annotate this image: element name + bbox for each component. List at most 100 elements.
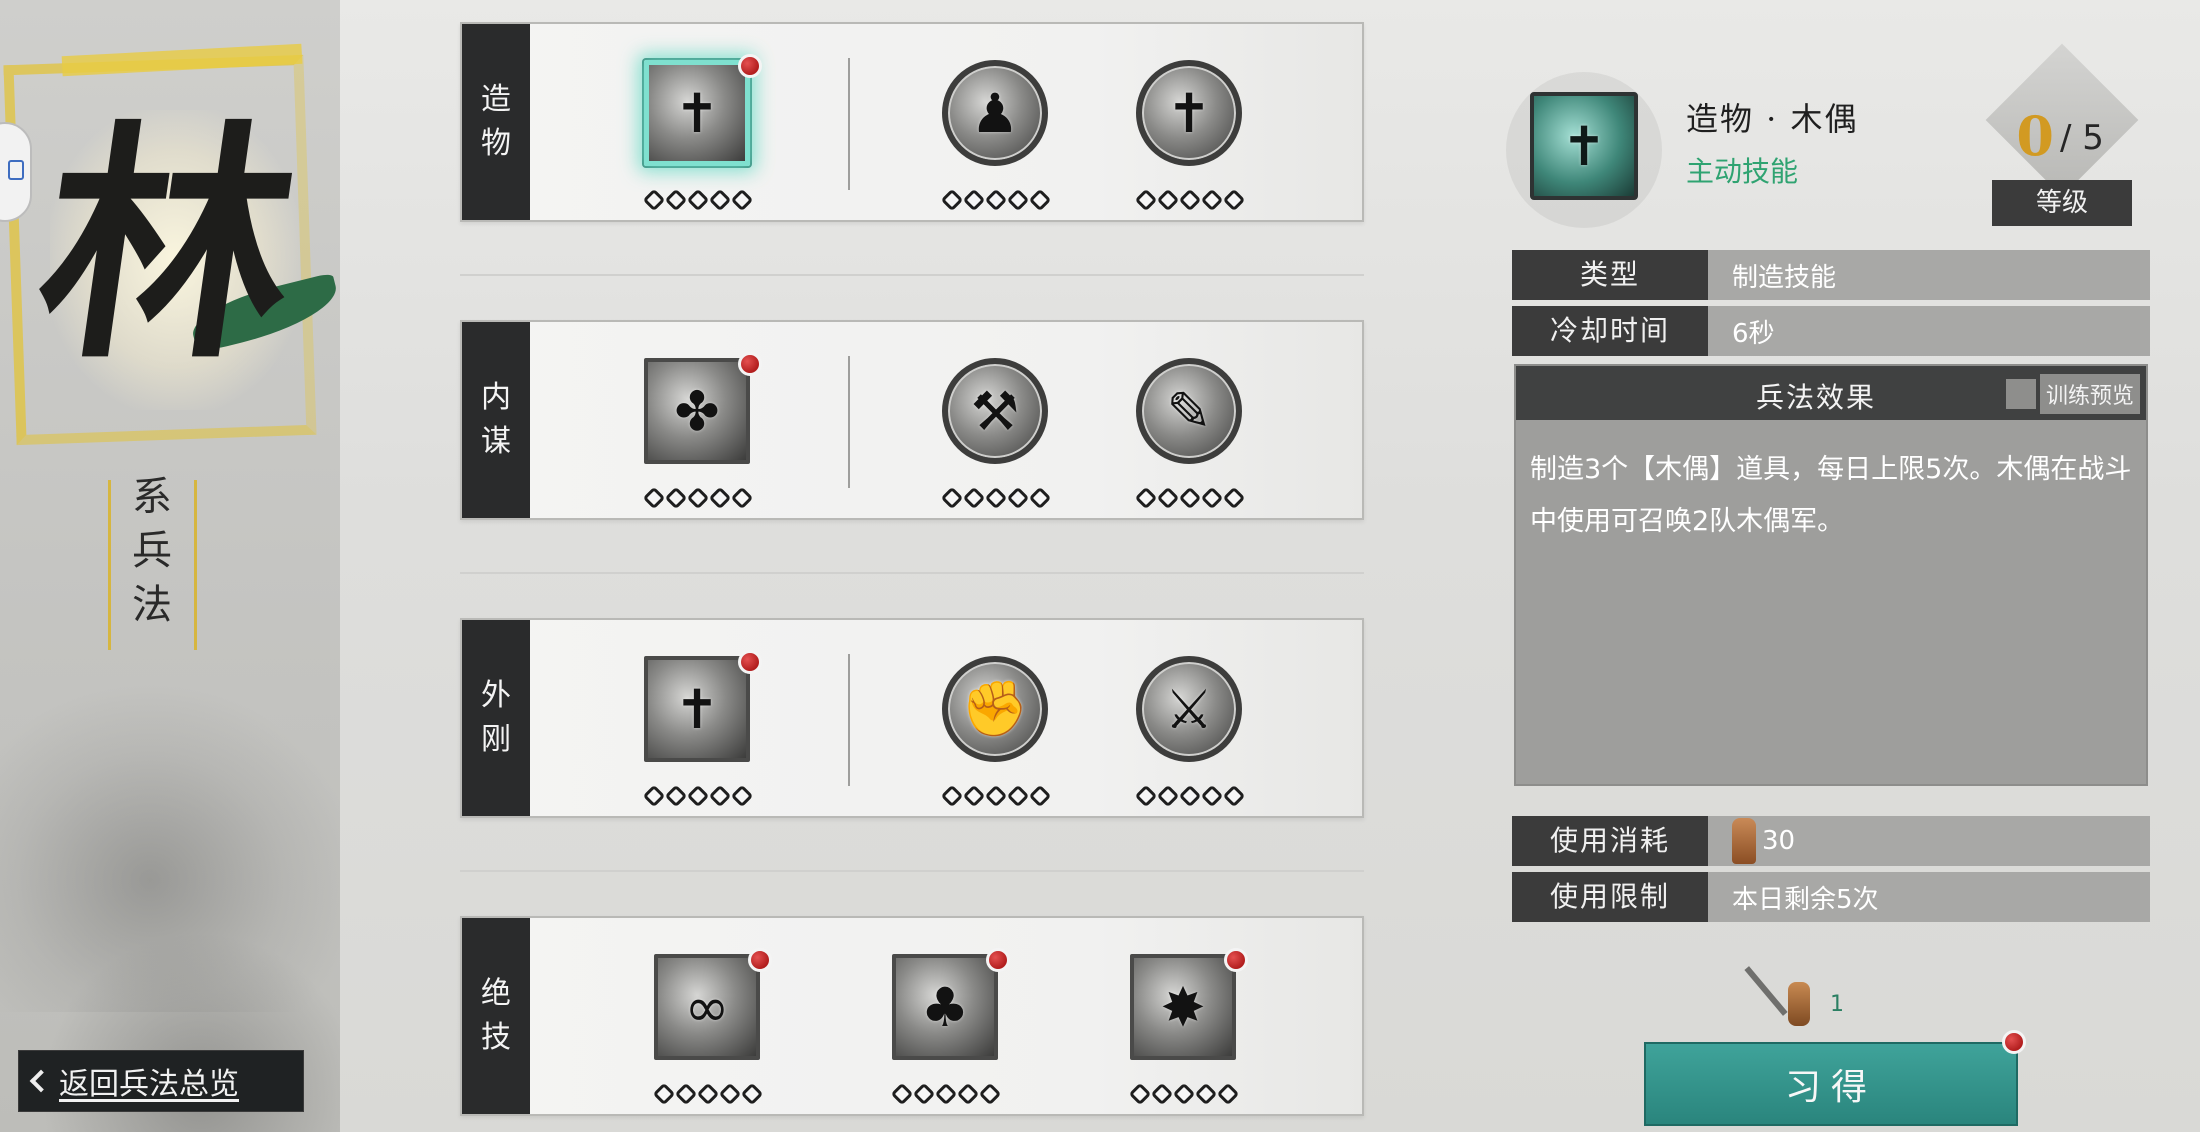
learn-item-preview: 1 bbox=[1726, 966, 1866, 1038]
skill-level-pips bbox=[926, 486, 1066, 512]
sun-icon: ✸ bbox=[1160, 975, 1206, 1039]
tier-label: 内谋 bbox=[462, 322, 530, 518]
level-pip bbox=[1028, 784, 1052, 808]
skill-slot[interactable]: ✝ bbox=[622, 620, 772, 820]
level-pip bbox=[652, 1082, 676, 1106]
cooldown-value: 6秒 bbox=[1732, 318, 1775, 349]
divider bbox=[194, 480, 197, 650]
level-pip bbox=[934, 1082, 958, 1106]
level-pip bbox=[912, 1082, 936, 1106]
level-pip bbox=[642, 486, 666, 510]
school-banner: 林 系兵法 bbox=[0, 0, 340, 1132]
scroll-icon: ✎ bbox=[1166, 379, 1212, 443]
skill-slot[interactable]: ♟ bbox=[920, 24, 1070, 224]
divider bbox=[460, 274, 1364, 276]
leaf-bird-icon: ✤ bbox=[674, 379, 720, 443]
tier-separator bbox=[848, 58, 850, 190]
skill-slot[interactable]: ✤ bbox=[622, 322, 772, 522]
level-pip bbox=[978, 1082, 1002, 1106]
type-row: 类型 制造技能 bbox=[1512, 250, 2150, 300]
potion-icon bbox=[1732, 818, 1756, 864]
stone-icon: ✝ bbox=[674, 677, 720, 741]
skill-level-pips bbox=[628, 784, 768, 810]
level-max: / 5 bbox=[2060, 118, 2104, 158]
gauntlet-icon: ✊ bbox=[961, 677, 1029, 740]
skill-slot[interactable]: ∞ bbox=[632, 918, 782, 1118]
level-pip bbox=[1028, 486, 1052, 510]
side-drawer-tab[interactable] bbox=[0, 122, 32, 222]
skill-icon-frame: ✝ bbox=[644, 656, 750, 762]
level-pip bbox=[642, 188, 666, 212]
scroll-stick-icon bbox=[1744, 966, 1788, 1016]
training-preview-toggle[interactable]: 训练预览 bbox=[2005, 374, 2140, 414]
new-notification-dot bbox=[986, 948, 1010, 972]
limit-key: 使用限制 bbox=[1512, 872, 1708, 922]
level-pip bbox=[940, 784, 964, 808]
puppet-icon: ✝ bbox=[674, 81, 720, 145]
skill-level-pips bbox=[1114, 1082, 1254, 1108]
level-pip bbox=[1200, 486, 1224, 510]
puppet-icon: ✝ bbox=[1561, 114, 1607, 178]
level-pip bbox=[664, 188, 688, 212]
level-pip bbox=[962, 188, 986, 212]
level-pip bbox=[708, 188, 732, 212]
skill-icon-frame: ⚔ bbox=[1136, 656, 1242, 762]
skill-level-pips bbox=[638, 1082, 778, 1108]
hammer-icon: ⚒ bbox=[970, 379, 1020, 443]
skill-name: 造物 · 木偶 bbox=[1686, 100, 1859, 138]
skill-icon-frame: ✎ bbox=[1136, 358, 1242, 464]
skill-icon-frame: ∞ bbox=[654, 954, 760, 1060]
level-label: 等级 bbox=[1992, 180, 2132, 226]
level-pip bbox=[1178, 188, 1202, 212]
level-pip bbox=[686, 486, 710, 510]
divider bbox=[108, 480, 111, 650]
tier-separator bbox=[848, 654, 850, 786]
cooldown-key: 冷却时间 bbox=[1512, 306, 1708, 356]
skill-icon-frame: ⚒ bbox=[942, 358, 1048, 464]
cost-key: 使用消耗 bbox=[1512, 816, 1708, 866]
skill-tier-row: 内谋 ✤ ⚒ ✎ bbox=[460, 320, 1364, 520]
level-pip bbox=[686, 188, 710, 212]
level-pip bbox=[1200, 784, 1224, 808]
skill-slot[interactable]: ✊ bbox=[920, 620, 1070, 820]
school-emblem-char: 林 bbox=[22, 98, 314, 392]
tier-separator bbox=[848, 356, 850, 488]
type-value: 制造技能 bbox=[1732, 262, 1837, 293]
level-pip bbox=[1006, 486, 1030, 510]
tree-icon: ♣ bbox=[920, 975, 970, 1039]
skill-slot[interactable]: ✸ bbox=[1108, 918, 1258, 1118]
tier-label-text: 外刚 bbox=[481, 678, 511, 757]
effect-description: 制造3个【木偶】道具，每日上限5次。木偶在战斗中使用可召唤2队木偶军。 bbox=[1530, 454, 2132, 537]
level-pip bbox=[1222, 188, 1246, 212]
learn-button[interactable]: 习得 bbox=[1644, 1042, 2018, 1126]
level-pip bbox=[708, 784, 732, 808]
skill-slot[interactable]: ♣ bbox=[870, 918, 1020, 1118]
skill-slot[interactable]: ⚔ bbox=[1114, 620, 1264, 820]
skill-slot[interactable]: ✝ bbox=[1114, 24, 1264, 224]
tier-label-text: 内谋 bbox=[481, 380, 511, 459]
limit-row: 使用限制 本日剩余5次 bbox=[1512, 872, 2150, 922]
summon-figure-icon: ♟ bbox=[970, 81, 1020, 145]
level-pip bbox=[696, 1082, 720, 1106]
level-pip bbox=[730, 486, 754, 510]
school-subtitle-block: 系兵法 bbox=[108, 470, 198, 670]
level-pip bbox=[1222, 784, 1246, 808]
level-pip bbox=[1216, 1082, 1240, 1106]
skill-level-pips bbox=[1120, 486, 1260, 512]
level-pip bbox=[1222, 486, 1246, 510]
owned-count: 1 bbox=[1830, 992, 1844, 1017]
skill-slot[interactable]: ✎ bbox=[1114, 322, 1264, 522]
skill-slot[interactable]: ✝ bbox=[622, 24, 772, 224]
level-current: 0 bbox=[2016, 104, 2054, 168]
back-to-overview-button[interactable]: 返回兵法总览 bbox=[18, 1050, 304, 1112]
back-button-label: 返回兵法总览 bbox=[59, 1067, 239, 1102]
limit-value: 本日剩余5次 bbox=[1732, 884, 1879, 915]
skill-icon-frame: ♟ bbox=[942, 60, 1048, 166]
skill-slot[interactable]: ⚒ bbox=[920, 322, 1070, 522]
skill-icon-frame: ✤ bbox=[644, 358, 750, 464]
cost-row: 使用消耗 30 bbox=[1512, 816, 2150, 866]
level-pip bbox=[1134, 486, 1158, 510]
checkbox[interactable] bbox=[2005, 379, 2036, 409]
skill-level-pips bbox=[926, 188, 1066, 214]
level-pip bbox=[1194, 1082, 1218, 1106]
